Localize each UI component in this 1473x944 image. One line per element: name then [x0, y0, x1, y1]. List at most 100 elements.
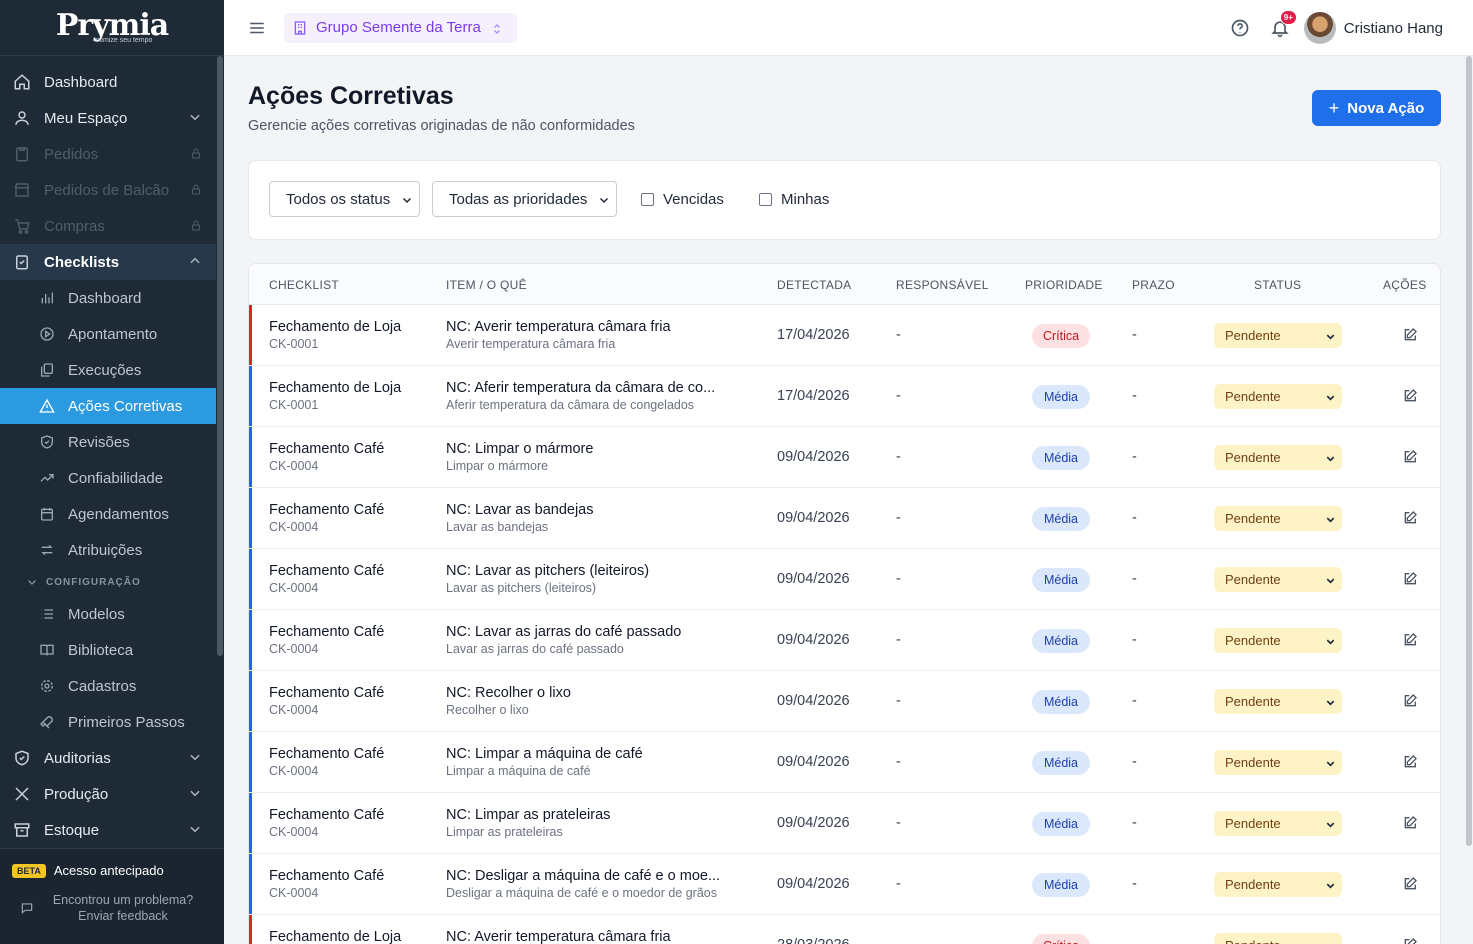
sidebar-item-primeiros-passos[interactable]: Primeiros Passos	[0, 704, 216, 740]
store-icon	[12, 180, 32, 200]
sidebar-item-cadastros[interactable]: Cadastros	[0, 668, 216, 704]
sidebar-item-dashboard[interactable]: Dashboard	[0, 64, 216, 100]
status-select[interactable]: Pendente	[1214, 933, 1342, 944]
status-select[interactable]: Pendente	[1214, 872, 1342, 897]
checklist-name: Fechamento Café	[269, 868, 385, 884]
org-selector[interactable]: Grupo Semente da Terra	[284, 12, 517, 43]
config-section-toggle[interactable]: CONFIGURAÇÃO	[0, 568, 216, 596]
mine-checkbox-box[interactable]	[759, 193, 772, 206]
status-filter-select[interactable]: Todos os status	[269, 181, 420, 217]
sidebar-item-execucoes[interactable]: Execuções	[0, 352, 216, 388]
status-select[interactable]: Pendente	[1214, 750, 1342, 775]
chevron-up-icon	[188, 254, 202, 268]
table-row[interactable]: Fechamento Café CK-0004 NC: Desligar a máq…	[249, 854, 1440, 915]
priority-badge: Média	[1032, 751, 1090, 775]
checklist-cell: Fechamento Café CK-0004	[269, 624, 384, 656]
mine-checkbox[interactable]: Minhas	[759, 191, 829, 208]
overdue-checkbox-box[interactable]	[641, 193, 654, 206]
sidebar-item-agendamentos[interactable]: Agendamentos	[0, 496, 216, 532]
status-filter-value: Todos os status	[286, 190, 391, 208]
sidebar-item-atribuicoes[interactable]: Atribuições	[0, 532, 216, 568]
menu-icon[interactable]	[248, 19, 266, 37]
edit-icon[interactable]	[1402, 632, 1418, 648]
item-title: NC: Lavar as pitchers (leiteiros)	[446, 563, 650, 579]
sidebar-item-auditorias[interactable]: Auditorias	[0, 740, 216, 776]
sidebar-item-confiabilidade[interactable]: Confiabilidade	[0, 460, 216, 496]
edit-icon[interactable]	[1402, 937, 1418, 944]
sidebar-item-checklists-dashboard[interactable]: Dashboard	[0, 280, 216, 316]
column-header: PRIORIDADE	[1025, 278, 1103, 292]
table-row[interactable]: Fechamento Café CK-0004 NC: Limpar as prat…	[249, 793, 1440, 854]
sidebar-item-apontamento[interactable]: Apontamento	[0, 316, 216, 352]
feedback-line1: Encontrou um problema?	[52, 893, 194, 907]
page-scrollbar[interactable]	[1465, 56, 1473, 944]
column-header: AÇÕES	[1383, 278, 1427, 292]
status-select[interactable]: Pendente	[1214, 384, 1342, 409]
page-scrollbar-thumb[interactable]	[1466, 56, 1472, 846]
sidebar-item-biblioteca[interactable]: Biblioteca	[0, 632, 216, 668]
priority-badge: Média	[1032, 690, 1090, 714]
status-select[interactable]: Pendente	[1214, 323, 1342, 348]
checklist-cell: Fechamento Café CK-0004	[269, 563, 384, 595]
priority-indicator-bar	[249, 732, 252, 792]
table-row[interactable]: Fechamento Café CK-0004 NC: Lavar as jarra…	[249, 610, 1440, 671]
sidebar-scrollbar-thumb[interactable]	[217, 56, 223, 656]
table-row[interactable]: Fechamento Café CK-0004 NC: Lavar as pitch…	[249, 549, 1440, 610]
edit-icon[interactable]	[1402, 815, 1418, 831]
deadline: -	[1132, 815, 1137, 831]
overdue-checkbox[interactable]: Vencidas	[641, 191, 724, 208]
table-row[interactable]: Fechamento Café CK-0004 NC: Limpar a máqui…	[249, 732, 1440, 793]
deadline: -	[1132, 937, 1137, 944]
sidebar-item-pedidos-balcao[interactable]: Pedidos de Balcão	[0, 172, 216, 208]
table-header: CHECKLIST ITEM / O QUÊ DETECTADA RESPONS…	[249, 264, 1440, 305]
table-row[interactable]: Fechamento de LojaCK-0001NC: Averir temp…	[249, 305, 1440, 366]
status-select[interactable]: Pendente	[1214, 628, 1342, 653]
feedback-link[interactable]: Encontrou um problema? Enviar feedback	[0, 878, 224, 924]
sidebar-item-label: Biblioteca	[68, 641, 134, 659]
sidebar-item-producao[interactable]: Produção	[0, 776, 216, 812]
chevron-down-icon	[1325, 879, 1336, 890]
sidebar-item-compras[interactable]: Compras	[0, 208, 216, 244]
table-row[interactable]: Fechamento Café CK-0004 NC: Lavar as bande…	[249, 488, 1440, 549]
edit-icon[interactable]	[1402, 693, 1418, 709]
sidebar-item-acoes-corretivas[interactable]: Ações Corretivas	[0, 388, 216, 424]
edit-icon[interactable]	[1402, 571, 1418, 587]
edit-icon[interactable]	[1402, 754, 1418, 770]
edit-icon[interactable]	[1402, 876, 1418, 892]
sidebar-scrollbar[interactable]	[216, 56, 224, 848]
edit-icon[interactable]	[1402, 388, 1418, 404]
sidebar-item-modelos[interactable]: Modelos	[0, 596, 216, 632]
table-row[interactable]: Fechamento Café CK-0004 NC: Limpar o mármo…	[249, 427, 1440, 488]
table-row[interactable]: Fechamento de Loja CK-0001 NC: Aferir temp…	[249, 366, 1440, 427]
deadline: -	[1132, 327, 1137, 343]
priority-filter-select[interactable]: Todas as prioridades	[432, 181, 617, 217]
sidebar-item-revisoes[interactable]: Revisões	[0, 424, 216, 460]
sidebar-item-meu-espaco[interactable]: Meu Espaço	[0, 100, 216, 136]
status-select[interactable]: Pendente	[1214, 445, 1342, 470]
status-select[interactable]: Pendente	[1214, 506, 1342, 531]
archive-icon	[12, 820, 32, 840]
sidebar-item-checklists[interactable]: Checklists	[0, 244, 216, 280]
status-select[interactable]: Pendente	[1214, 689, 1342, 714]
sidebar-item-pedidos[interactable]: Pedidos	[0, 136, 216, 172]
status-select[interactable]: Pendente	[1214, 811, 1342, 836]
edit-icon[interactable]	[1402, 449, 1418, 465]
edit-icon[interactable]	[1402, 510, 1418, 526]
status-select[interactable]: Pendente	[1214, 567, 1342, 592]
sidebar-item-estoque[interactable]: Estoque	[0, 812, 216, 848]
edit-icon[interactable]	[1402, 327, 1418, 343]
help-icon[interactable]	[1230, 18, 1250, 38]
sidebar-item-label: Pedidos	[44, 145, 99, 163]
chevron-down-icon	[188, 822, 202, 836]
bell-icon[interactable]: 9+	[1270, 10, 1297, 38]
item-title: NC: Limpar as prateleiras	[446, 807, 611, 823]
avatar[interactable]	[1303, 12, 1336, 44]
new-action-button[interactable]: + Nova Ação	[1312, 90, 1441, 126]
table-row[interactable]: Fechamento Café CK-0004 NC: Recolher o lix…	[249, 671, 1440, 732]
logo[interactable]: Prymia otimize seu tempo	[0, 0, 224, 56]
table-row[interactable]: Fechamento de LojaCK-0001NC: Averir temp…	[249, 915, 1440, 944]
chevron-down-icon	[1325, 635, 1336, 646]
checklist-cell: Fechamento de LojaCK-0001	[269, 929, 401, 944]
main-area: Grupo Semente da Terra 9+ Cristiano Hang…	[224, 0, 1473, 944]
user-name[interactable]: Cristiano Hang	[1344, 20, 1443, 37]
